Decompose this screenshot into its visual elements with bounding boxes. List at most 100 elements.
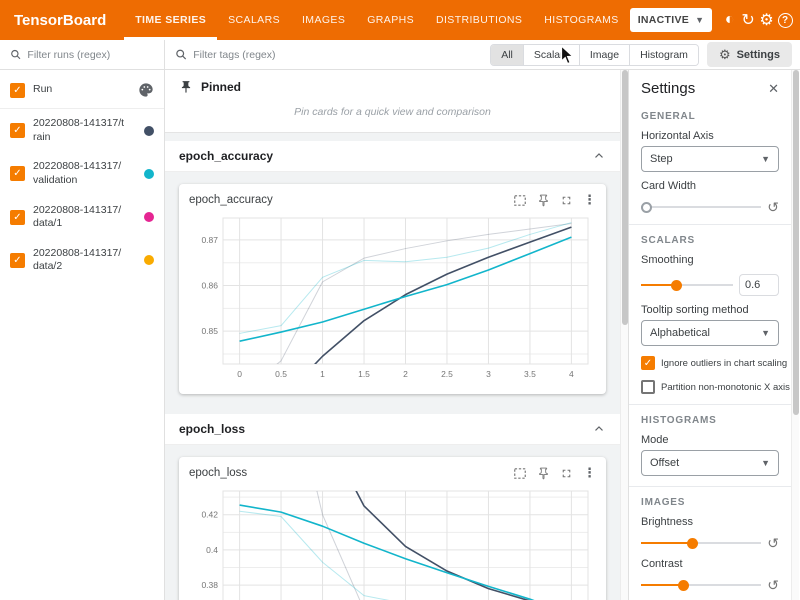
app-title[interactable]: TensorBoard — [0, 0, 124, 40]
run-checkbox[interactable]: ✓ — [10, 166, 25, 181]
tab-distributions[interactable]: DISTRIBUTIONS — [425, 0, 533, 40]
ignore-outliers-row[interactable]: ✓ Ignore outliers in chart scaling — [641, 356, 779, 370]
chart-card-epoch-accuracy: epoch_accuracy ⋮ 00.511.522.533.540.850.… — [179, 184, 606, 394]
brightness-slider[interactable] — [641, 536, 761, 550]
filter-chip-image[interactable]: Image — [579, 45, 629, 65]
section-header-epoch-accuracy[interactable]: epoch_accuracy — [165, 141, 620, 172]
tab-images[interactable]: IMAGES — [291, 0, 356, 40]
run-row-data-1[interactable]: ✓ 20220808-141317/data/1 — [0, 196, 164, 239]
tags-toolbar: All Scalars Image Histogram ⚙ Settings — [165, 40, 800, 70]
histogram-mode-select[interactable]: Offset ▼ — [641, 450, 779, 476]
run-status-dropdown[interactable]: INACTIVE ▼ — [630, 8, 713, 32]
tag-type-filter-group: All Scalars Image Histogram — [490, 44, 699, 66]
svg-text:1: 1 — [320, 369, 325, 379]
settings-button[interactable]: ⚙ Settings — [707, 42, 792, 67]
slider-thumb[interactable] — [687, 538, 698, 549]
fit-chart-icon[interactable] — [513, 467, 527, 480]
run-row-data-2[interactable]: ✓ 20220808-141317/data/2 — [0, 239, 164, 282]
more-options-icon[interactable]: ⋮ — [583, 192, 596, 208]
svg-text:0.86: 0.86 — [201, 281, 218, 291]
general-heading: GENERAL — [641, 111, 779, 122]
partition-x-axis-checkbox[interactable] — [641, 380, 655, 394]
palette-icon[interactable] — [138, 82, 154, 98]
reset-icon[interactable]: ↺ — [767, 578, 779, 592]
smoothing-slider[interactable] — [641, 278, 733, 292]
tab-time-series[interactable]: TIME SERIES — [124, 0, 217, 40]
reset-icon[interactable]: ↺ — [767, 200, 779, 214]
tooltip-sorting-label: Tooltip sorting method — [641, 304, 779, 316]
pin-icon[interactable] — [537, 467, 550, 480]
svg-text:1.5: 1.5 — [358, 369, 370, 379]
theme-toggle-icon[interactable]: ◐ — [720, 7, 739, 33]
scalars-heading: SCALARS — [641, 235, 779, 246]
card-title: epoch_loss — [189, 467, 513, 479]
svg-text:0.85: 0.85 — [201, 326, 218, 336]
scrollbar-thumb[interactable] — [622, 70, 628, 325]
svg-text:0.5: 0.5 — [275, 369, 287, 379]
pinned-hint-text: Pin cards for a quick view and compariso… — [165, 100, 620, 132]
fullscreen-icon[interactable] — [560, 194, 573, 207]
filter-chip-all[interactable]: All — [491, 45, 523, 65]
gear-icon[interactable]: ⚙ — [757, 7, 776, 33]
main-scrollbar[interactable] — [620, 70, 628, 600]
run-checkbox[interactable]: ✓ — [10, 253, 25, 268]
tab-graphs[interactable]: GRAPHS — [356, 0, 425, 40]
run-filter-input[interactable] — [27, 49, 154, 61]
settings-scrollbar[interactable] — [791, 70, 799, 600]
slider-thumb[interactable] — [641, 202, 652, 213]
scrollbar-thumb[interactable] — [793, 70, 799, 415]
chevron-down-icon: ▼ — [761, 458, 770, 468]
runs-sidebar: ✓ Run ✓ 20220808-141317/train ✓ 20220808… — [0, 40, 165, 600]
refresh-icon[interactable]: ↻ — [739, 7, 758, 33]
slider-thumb[interactable] — [671, 280, 682, 291]
run-label: 20220808-141317/data/2 — [33, 247, 125, 274]
ignore-outliers-checkbox[interactable]: ✓ — [641, 356, 655, 370]
svg-text:3.5: 3.5 — [524, 369, 536, 379]
runs-header-row: ✓ Run — [0, 70, 164, 109]
slider-thumb[interactable] — [678, 580, 689, 591]
pin-icon[interactable] — [537, 194, 550, 207]
run-color-dot[interactable] — [144, 126, 154, 136]
chevron-up-icon[interactable] — [592, 422, 606, 436]
contrast-slider[interactable] — [641, 578, 761, 592]
tab-histograms[interactable]: HISTOGRAMS — [533, 0, 629, 40]
select-all-runs-checkbox[interactable]: ✓ — [10, 83, 25, 98]
smoothing-value-input[interactable] — [739, 274, 779, 296]
close-icon[interactable]: ✕ — [768, 81, 779, 97]
help-icon[interactable]: ? — [776, 7, 795, 33]
chevron-up-icon[interactable] — [592, 149, 606, 163]
run-color-dot[interactable] — [144, 212, 154, 222]
fullscreen-icon[interactable] — [560, 467, 573, 480]
run-checkbox[interactable]: ✓ — [10, 123, 25, 138]
run-color-dot[interactable] — [144, 255, 154, 265]
horizontal-axis-select[interactable]: Step ▼ — [641, 146, 779, 172]
tag-filter-input[interactable] — [193, 49, 482, 61]
run-filter[interactable] — [0, 40, 164, 70]
filter-chip-scalars[interactable]: Scalars — [523, 45, 579, 65]
filter-chip-histogram[interactable]: Histogram — [629, 45, 698, 65]
card-width-slider[interactable] — [641, 200, 761, 214]
tag-filter[interactable] — [175, 48, 482, 61]
cards-area: Pinned Pin cards for a quick view and co… — [165, 70, 620, 600]
epoch-accuracy-chart[interactable]: 00.511.522.533.540.850.860.87 — [187, 210, 598, 388]
tooltip-sorting-select[interactable]: Alphabetical ▼ — [641, 320, 779, 346]
more-options-icon[interactable]: ⋮ — [583, 465, 596, 481]
tensorboard-app: TensorBoard TIME SERIES SCALARS IMAGES G… — [0, 0, 800, 600]
histogram-mode-label: Mode — [641, 434, 779, 446]
reset-icon[interactable]: ↺ — [767, 536, 779, 550]
fit-chart-icon[interactable] — [513, 194, 527, 207]
chevron-down-icon: ▼ — [695, 15, 704, 25]
section-header-epoch-loss[interactable]: epoch_loss — [165, 414, 620, 445]
card-width-label: Card Width — [641, 180, 779, 192]
section-epoch-loss: epoch_loss epoch_loss — [165, 414, 620, 600]
run-row-train[interactable]: ✓ 20220808-141317/train — [0, 109, 164, 152]
chart-card-epoch-loss: epoch_loss ⋮ 00.511.522.533.540.360.380.… — [179, 457, 606, 600]
epoch-loss-chart[interactable]: 00.511.522.533.540.360.380.40.42 — [187, 483, 598, 600]
run-color-dot[interactable] — [144, 169, 154, 179]
run-checkbox[interactable]: ✓ — [10, 210, 25, 225]
partition-x-axis-row[interactable]: Partition non-monotonic X axis — [641, 380, 779, 394]
chevron-down-icon: ▼ — [761, 154, 770, 164]
run-row-validation[interactable]: ✓ 20220808-141317/validation — [0, 152, 164, 195]
main-nav: TIME SERIES SCALARS IMAGES GRAPHS DISTRI… — [124, 0, 629, 40]
tab-scalars[interactable]: SCALARS — [217, 0, 291, 40]
